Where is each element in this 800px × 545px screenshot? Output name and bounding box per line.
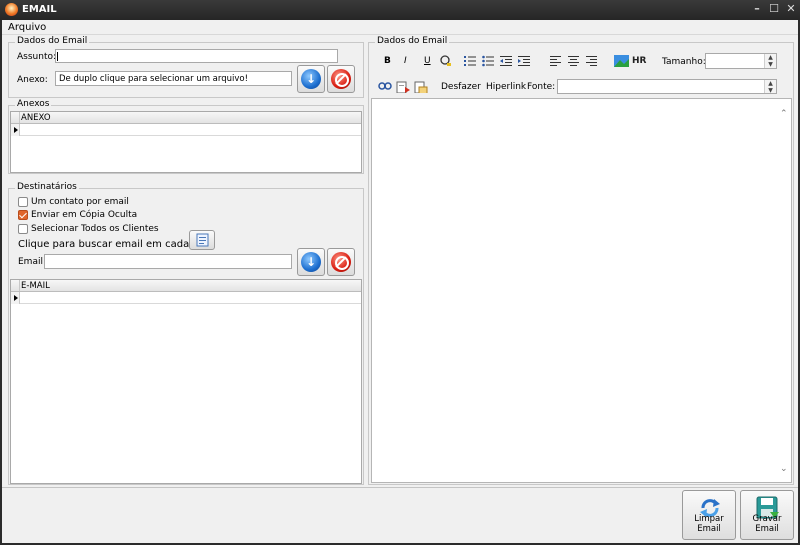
app-flame-icon bbox=[5, 3, 18, 16]
todos-clientes-label: Selecionar Todos os Clientes bbox=[31, 224, 159, 234]
arrow-down-icon: ↓ bbox=[301, 252, 321, 272]
email-body-editor[interactable]: ⌃ ⌄ bbox=[371, 98, 792, 483]
window-title: EMAIL bbox=[22, 4, 57, 15]
assunto-label: Assunto: bbox=[17, 52, 57, 62]
email-data-group-label: Dados do Email bbox=[15, 36, 90, 46]
find-icon[interactable] bbox=[378, 81, 392, 93]
destinatarios-group-label: Destinatários bbox=[15, 182, 79, 192]
email-input[interactable] bbox=[44, 254, 292, 269]
bold-button[interactable]: B bbox=[384, 56, 391, 66]
scroll-down-icon[interactable]: ⌄ bbox=[780, 464, 788, 474]
editor-group: Dados do Email B I U HR Tamanho: ▲ ▼ Des… bbox=[368, 36, 794, 485]
email-column-header[interactable]: E-MAIL bbox=[21, 281, 50, 291]
outdent-icon[interactable] bbox=[500, 55, 512, 67]
close-icon[interactable]: ✕ bbox=[784, 2, 798, 16]
tamanho-label: Tamanho: bbox=[662, 57, 706, 67]
hr-button[interactable]: HR bbox=[632, 56, 646, 66]
anexo-column-header[interactable]: ANEXO bbox=[21, 113, 51, 123]
row-pointer-icon bbox=[14, 295, 18, 301]
cancel-icon bbox=[331, 69, 351, 89]
text-color-icon[interactable] bbox=[440, 55, 452, 67]
paste-icon[interactable] bbox=[414, 81, 428, 93]
emails-grid-header: E-MAIL bbox=[11, 280, 361, 292]
bullet-list-icon[interactable] bbox=[482, 55, 494, 67]
emails-grid[interactable]: E-MAIL bbox=[10, 279, 362, 484]
menu-bar: Arquivo bbox=[2, 20, 798, 35]
limpar-email-label: Limpar Email bbox=[694, 514, 724, 534]
anexos-group: Anexos ANEXO bbox=[8, 99, 364, 174]
todos-clientes-checkbox[interactable] bbox=[18, 224, 28, 234]
email-window: Arquivo Dados do Email Assunto: Anexo: D… bbox=[2, 20, 798, 543]
editor-group-label: Dados do Email bbox=[375, 36, 450, 46]
anexo-label: Anexo: bbox=[17, 75, 48, 85]
gravar-email-label: Gravar Email bbox=[752, 514, 782, 534]
email-remove-button[interactable] bbox=[327, 248, 355, 276]
select-arrows-icon[interactable]: ▲ ▼ bbox=[764, 80, 776, 94]
copia-oculta-checkbox[interactable] bbox=[18, 210, 28, 220]
anexos-grid-header: ANEXO bbox=[11, 112, 361, 124]
italic-button[interactable]: I bbox=[404, 56, 407, 66]
email-label: Email: bbox=[18, 257, 47, 267]
limpar-email-button[interactable]: Limpar Email bbox=[682, 490, 736, 540]
copia-oculta-label: Enviar em Cópia Oculta bbox=[31, 210, 138, 220]
anexo-remove-button[interactable] bbox=[327, 65, 355, 93]
buscar-email-button[interactable] bbox=[189, 230, 215, 250]
anexos-group-label: Anexos bbox=[15, 99, 52, 109]
anexos-grid[interactable]: ANEXO bbox=[10, 111, 362, 173]
um-contato-label: Um contato por email bbox=[31, 197, 129, 207]
underline-button[interactable]: U bbox=[424, 56, 431, 66]
um-contato-checkbox[interactable] bbox=[18, 197, 28, 207]
cancel-icon bbox=[331, 252, 351, 272]
align-left-icon[interactable] bbox=[550, 55, 562, 67]
gravar-email-button[interactable]: Gravar Email bbox=[740, 490, 794, 540]
email-data-group: Dados do Email Assunto: Anexo: De duplo … bbox=[8, 36, 364, 98]
image-icon[interactable] bbox=[614, 55, 630, 67]
hiperlink-button[interactable]: Hiperlink bbox=[486, 82, 526, 92]
tamanho-spinner[interactable]: ▲ ▼ bbox=[705, 53, 777, 69]
text-caret bbox=[57, 52, 58, 61]
row-pointer-icon bbox=[14, 127, 18, 133]
fonte-label: Fonte: bbox=[527, 82, 556, 92]
buscar-email-label: Clique para buscar email em cadastro: bbox=[18, 239, 212, 250]
minimize-icon[interactable]: – bbox=[750, 2, 764, 16]
editor-scrollbar[interactable]: ⌃ ⌄ bbox=[778, 99, 791, 482]
align-center-icon[interactable] bbox=[568, 55, 580, 67]
assunto-input[interactable] bbox=[55, 49, 338, 63]
action-bar: Limpar Email Gravar Email bbox=[2, 487, 798, 543]
spinner-arrows-icon[interactable]: ▲ ▼ bbox=[764, 54, 776, 68]
anexo-input[interactable]: De duplo clique para selecionar um arqui… bbox=[55, 71, 292, 86]
indent-icon[interactable] bbox=[518, 55, 530, 67]
anexo-add-button[interactable]: ↓ bbox=[297, 65, 325, 93]
address-book-icon bbox=[196, 233, 209, 247]
destinatarios-group: Destinatários Um contato por email Envia… bbox=[8, 182, 364, 485]
email-add-button[interactable]: ↓ bbox=[297, 248, 325, 276]
table-row[interactable] bbox=[11, 124, 361, 136]
table-row[interactable] bbox=[11, 292, 361, 304]
numbered-list-icon[interactable] bbox=[464, 55, 476, 67]
align-right-icon[interactable] bbox=[586, 55, 598, 67]
menu-arquivo[interactable]: Arquivo bbox=[8, 22, 46, 33]
fonte-select[interactable]: ▲ ▼ bbox=[557, 79, 777, 94]
scroll-up-icon[interactable]: ⌃ bbox=[780, 109, 788, 119]
maximize-icon[interactable]: ☐ bbox=[767, 2, 781, 16]
desfazer-button[interactable]: Desfazer bbox=[441, 82, 481, 92]
title-bar: EMAIL – ☐ ✕ bbox=[0, 0, 800, 20]
find-replace-icon[interactable] bbox=[396, 81, 410, 93]
arrow-down-icon: ↓ bbox=[301, 69, 321, 89]
